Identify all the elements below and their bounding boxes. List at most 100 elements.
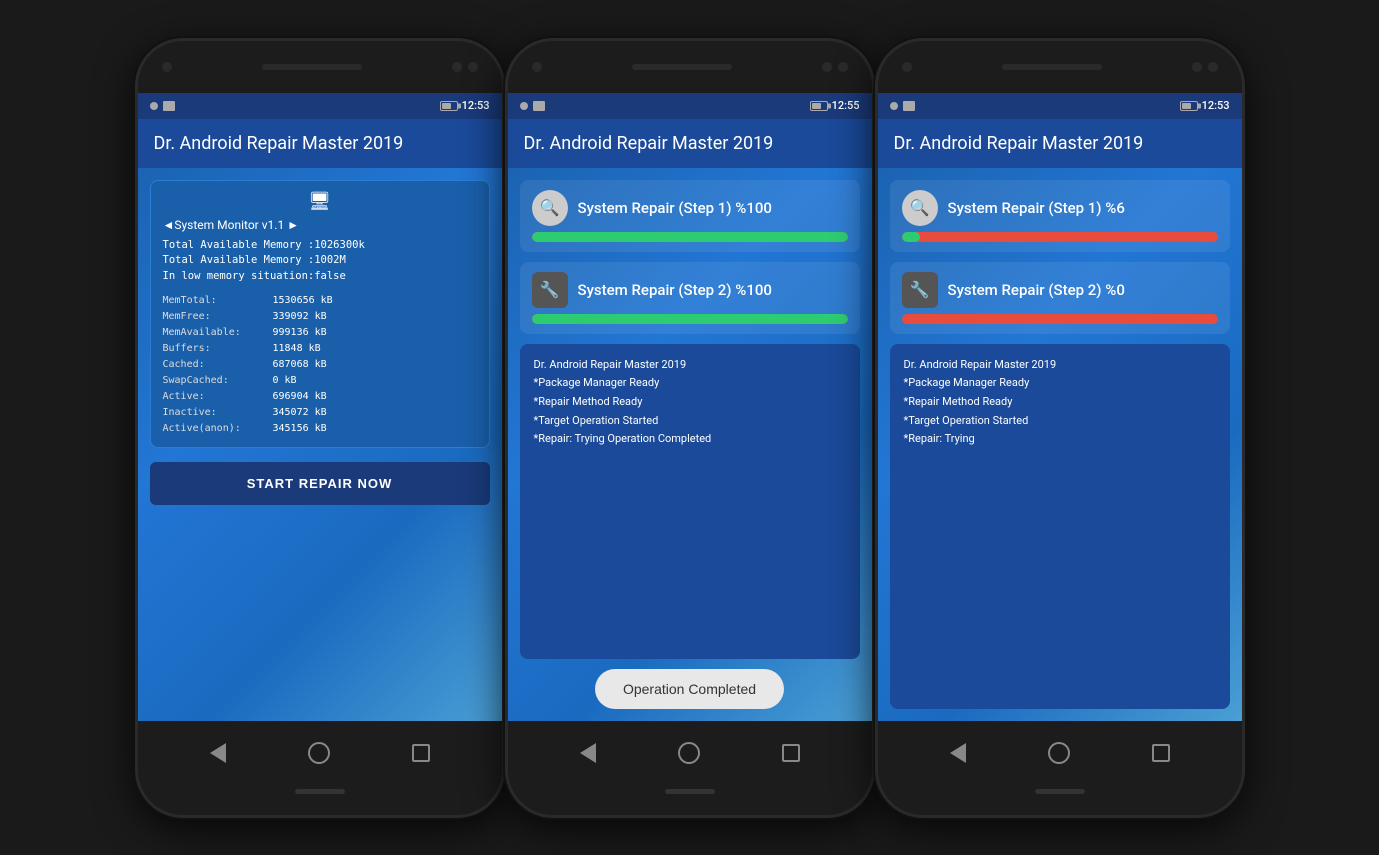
- phone1-status-bar: 12:53: [138, 93, 502, 119]
- phone3-top-bar: [878, 41, 1242, 93]
- status-right: 12:53: [440, 99, 490, 112]
- back-button[interactable]: [574, 739, 602, 767]
- status-left: [520, 101, 545, 111]
- camera-dot-2: [452, 62, 462, 72]
- step2-label: System Repair (Step 2) %0: [948, 281, 1125, 299]
- phone1-content: 🖥 ◄System Monitor v1.1 ► Total Available…: [138, 168, 502, 721]
- home-bump: [295, 789, 345, 794]
- camera-dot: [902, 62, 912, 72]
- phone2: 12:55 Dr. Android Repair Master 2019 🔍 S…: [505, 38, 875, 818]
- monitor-card: 🖥 ◄System Monitor v1.1 ► Total Available…: [150, 180, 490, 448]
- phone1-time: 12:53: [462, 99, 490, 112]
- step2-progress-fill: [532, 314, 848, 324]
- start-repair-label: START REPAIR NOW: [247, 476, 393, 491]
- phone2-top-bar: [508, 41, 872, 93]
- step1-section: 🔍 System Repair (Step 1) %100: [520, 180, 860, 252]
- phone1-wrapper: 12:53 Dr. Android Repair Master 2019 🖥 ◄…: [135, 38, 505, 818]
- battery-icon: [810, 101, 828, 111]
- recents-button[interactable]: [777, 739, 805, 767]
- table-row: Active(anon): 345156 kB: [163, 421, 477, 437]
- home-bump: [665, 789, 715, 794]
- status-dot: [150, 102, 158, 110]
- phone2-speaker: [632, 64, 732, 70]
- monitor-summary: Total Available Memory :1026300k Total A…: [163, 238, 477, 285]
- home-icon: [678, 742, 700, 764]
- phone2-app-title: Dr. Android Repair Master 2019: [524, 133, 856, 154]
- phone3-nav-bar: [878, 721, 1242, 785]
- log-card: Dr. Android Repair Master 2019 *Package …: [890, 344, 1230, 709]
- swapcached-label: SwapCached:: [163, 373, 273, 389]
- status-left: [150, 101, 175, 111]
- log-title: Dr. Android Repair Master 2019: [904, 356, 1216, 375]
- back-icon: [950, 743, 966, 763]
- step2-progress-bar: [532, 314, 848, 324]
- phone2-nav-bar: [508, 721, 872, 785]
- phone1-nav-bar: [138, 721, 502, 785]
- log-line1: *Package Manager Ready: [534, 374, 846, 393]
- activeanon-label: Active(anon):: [163, 421, 273, 437]
- phone3-status-bar: 12:53: [878, 93, 1242, 119]
- wrench-icon: 🔧: [902, 272, 938, 308]
- step2-label: System Repair (Step 2) %100: [578, 281, 772, 299]
- status-left: [890, 101, 915, 111]
- battery-icon: [440, 101, 458, 111]
- phone3-content: 🔍 System Repair (Step 1) %6 🔧 System Rep…: [878, 168, 1242, 721]
- mem-free-value: 339092 kB: [273, 309, 327, 325]
- mem-free-label: MemFree:: [163, 309, 273, 325]
- back-button[interactable]: [944, 739, 972, 767]
- monitor-summary-line1: Total Available Memory :1026300k: [163, 238, 477, 254]
- phone3-time: 12:53: [1202, 99, 1230, 112]
- camera-dot-3: [838, 62, 848, 72]
- buffers-value: 11848 kB: [273, 341, 321, 357]
- step1-header: 🔍 System Repair (Step 1) %100: [532, 190, 848, 226]
- camera-dot: [162, 62, 172, 72]
- cached-label: Cached:: [163, 357, 273, 373]
- home-bump: [1035, 789, 1085, 794]
- log-line3: *Target Operation Started: [534, 412, 846, 431]
- camera-dot-3: [1208, 62, 1218, 72]
- inactive-label: Inactive:: [163, 405, 273, 421]
- mem-total-label: MemTotal:: [163, 293, 273, 309]
- table-row: MemFree: 339092 kB: [163, 309, 477, 325]
- phone1-app-header: Dr. Android Repair Master 2019: [138, 119, 502, 168]
- battery-icon: [1180, 101, 1198, 111]
- home-button[interactable]: [305, 739, 333, 767]
- battery-fill: [812, 103, 822, 109]
- phone2-screen: 12:55 Dr. Android Repair Master 2019 🔍 S…: [508, 93, 872, 721]
- phone3-cameras: [902, 62, 912, 72]
- log-line3: *Target Operation Started: [904, 412, 1216, 431]
- home-icon: [308, 742, 330, 764]
- monitor-nav-label: ◄System Monitor v1.1 ►: [163, 218, 300, 232]
- step2-header: 🔧 System Repair (Step 2) %0: [902, 272, 1218, 308]
- phone1-bottom-bump: [138, 785, 502, 815]
- battery-fill: [442, 103, 452, 109]
- start-repair-button[interactable]: START REPAIR NOW: [150, 462, 490, 505]
- home-button[interactable]: [675, 739, 703, 767]
- step2-progress-bar: [902, 314, 1218, 324]
- search-icon: 🔍: [532, 190, 568, 226]
- phone1: 12:53 Dr. Android Repair Master 2019 🖥 ◄…: [135, 38, 505, 818]
- phone3-screen: 12:53 Dr. Android Repair Master 2019 🔍 S…: [878, 93, 1242, 721]
- operation-completed-button[interactable]: Operation Completed: [595, 669, 784, 709]
- step1-progress-fill: [902, 232, 921, 242]
- phone2-content: 🔍 System Repair (Step 1) %100 🔧 System R…: [508, 168, 872, 721]
- phone3-app-title: Dr. Android Repair Master 2019: [894, 133, 1226, 154]
- monitor-nav: ◄System Monitor v1.1 ►: [163, 218, 477, 232]
- back-button[interactable]: [204, 739, 232, 767]
- recents-button[interactable]: [1147, 739, 1175, 767]
- wrench-icon: 🔧: [532, 272, 568, 308]
- camera-dot-3: [468, 62, 478, 72]
- table-row: Buffers: 11848 kB: [163, 341, 477, 357]
- battery-fill: [1182, 103, 1192, 109]
- camera-dot: [532, 62, 542, 72]
- home-icon: [1048, 742, 1070, 764]
- status-right: 12:55: [810, 99, 860, 112]
- phone3: 12:53 Dr. Android Repair Master 2019 🔍 S…: [875, 38, 1245, 818]
- home-button[interactable]: [1045, 739, 1073, 767]
- camera-dot-2: [822, 62, 832, 72]
- phone3-cameras-right: [1192, 62, 1218, 72]
- step1-progress-bar: [902, 232, 1218, 242]
- recents-button[interactable]: [407, 739, 435, 767]
- step1-label: System Repair (Step 1) %100: [578, 199, 772, 217]
- phones-container: 12:53 Dr. Android Repair Master 2019 🖥 ◄…: [0, 0, 1379, 855]
